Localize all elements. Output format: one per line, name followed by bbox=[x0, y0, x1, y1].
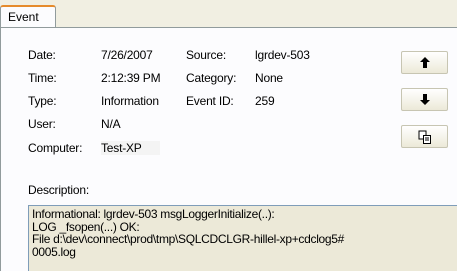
date-label: Date: bbox=[28, 48, 56, 62]
user-label: User: bbox=[28, 117, 56, 131]
category-value: None bbox=[255, 71, 283, 85]
description-label: Description: bbox=[28, 183, 89, 197]
event-panel: Date: 7/26/2007 Time: 2:12:39 PM Type: I… bbox=[0, 27, 457, 271]
event-id-value: 259 bbox=[255, 94, 275, 108]
computer-value: Test-XP bbox=[101, 141, 160, 155]
user-value: N/A bbox=[101, 117, 121, 131]
description-textbox[interactable]: Informational: lgrdev-503 msgLoggerIniti… bbox=[28, 205, 457, 271]
source-label: Source: bbox=[186, 48, 226, 62]
description-line: 0005.log bbox=[32, 244, 76, 259]
computer-label: Computer: bbox=[28, 141, 83, 155]
copy-icon bbox=[418, 130, 431, 144]
type-label: Type: bbox=[28, 94, 57, 108]
tab-event[interactable]: Event bbox=[0, 5, 56, 29]
type-value: Information bbox=[101, 94, 159, 108]
event-properties-dialog: Event Date: 7/26/2007 Time: 2:12:39 PM T… bbox=[0, 0, 457, 271]
time-value: 2:12:39 PM bbox=[101, 71, 161, 85]
description-line: File d:\dev\connect\prod\tmp\SQLCDCLGR-h… bbox=[32, 232, 345, 246]
tab-strip: Event bbox=[0, 0, 457, 29]
description-line: Informational: lgrdev-503 msgLoggerIniti… bbox=[32, 207, 275, 221]
event-id-label: Event ID: bbox=[186, 94, 234, 108]
source-value: lgrdev-503 bbox=[255, 48, 310, 62]
next-event-button[interactable] bbox=[401, 88, 448, 111]
previous-event-button[interactable] bbox=[401, 51, 448, 74]
arrow-up-icon bbox=[419, 57, 430, 68]
time-label: Time: bbox=[28, 71, 57, 85]
category-label: Category: bbox=[186, 71, 237, 85]
copy-event-button[interactable] bbox=[401, 125, 448, 148]
date-value: 7/26/2007 bbox=[101, 48, 153, 62]
tab-event-label: Event bbox=[8, 10, 39, 24]
arrow-down-icon bbox=[419, 94, 430, 105]
